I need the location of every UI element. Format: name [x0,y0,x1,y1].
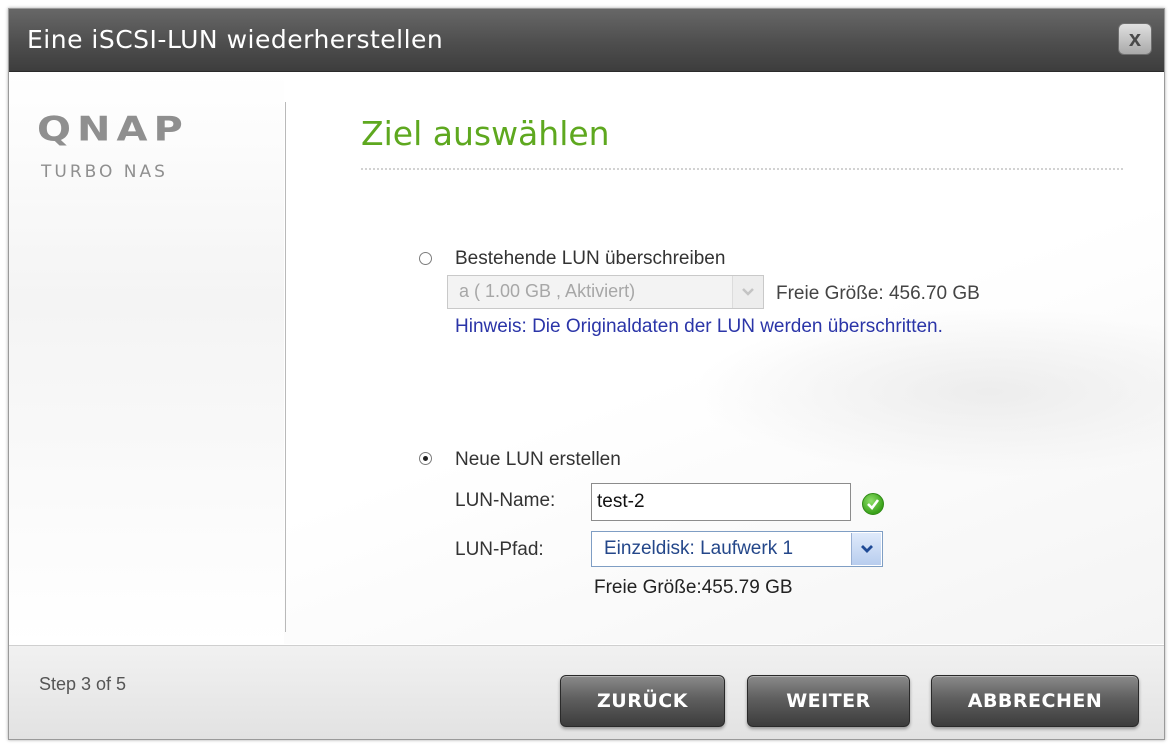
chevron-down-icon [851,533,881,565]
overwrite-lun-label: Bestehende LUN überschreiben [455,248,726,269]
new-lun-free-size: Freie Größe:455.79 GB [594,577,793,598]
branding-panel: QNAP TURBO NAS [9,72,284,644]
qnap-logo: QNAP [37,110,189,150]
window-title: Eine iSCSI-LUN wiederherstellen [27,25,444,54]
close-button[interactable]: x [1118,23,1152,55]
vertical-divider [285,102,286,632]
page-title: Ziel auswählen [361,114,610,153]
existing-lun-free-size: Freie Größe: 456.70 GB [776,283,980,304]
check-circle-icon [862,493,884,515]
cancel-button[interactable]: ABBRECHEN [931,675,1139,727]
lun-name-input[interactable] [591,483,851,521]
title-divider [361,168,1123,170]
new-lun-label: Neue LUN erstellen [455,449,621,470]
lun-name-label: LUN-Name: [455,490,556,511]
lun-path-select-value: Einzeldisk: Laufwerk 1 [604,538,794,559]
next-button[interactable]: WEITER [747,675,910,727]
radio-new-lun[interactable] [419,452,432,465]
dialog-footer: Step 3 of 5 ZURÜCK WEITER ABBRECHEN [9,645,1164,739]
step-indicator: Step 3 of 5 [39,674,127,694]
close-icon: x [1128,26,1142,51]
restore-lun-dialog: Eine iSCSI-LUN wiederherstellen x QNAP T… [8,8,1165,740]
logo-tagline: TURBO NAS [41,162,168,182]
chevron-down-icon [732,276,763,308]
dialog-content: QNAP TURBO NAS Ziel auswählen Bestehende… [9,72,1164,644]
radio-overwrite-lun[interactable] [419,252,432,265]
lun-path-select[interactable]: Einzeldisk: Laufwerk 1 [591,531,883,567]
existing-lun-select[interactable]: a ( 1.00 GB , Aktiviert) [447,275,764,309]
back-button[interactable]: ZURÜCK [560,675,725,727]
existing-lun-select-value: a ( 1.00 GB , Aktiviert) [459,281,636,301]
overwrite-hint: Hinweis: Die Originaldaten der LUN werde… [455,316,943,337]
lun-path-label: LUN-Pfad: [455,539,544,560]
title-bar: Eine iSCSI-LUN wiederherstellen x [9,9,1164,72]
